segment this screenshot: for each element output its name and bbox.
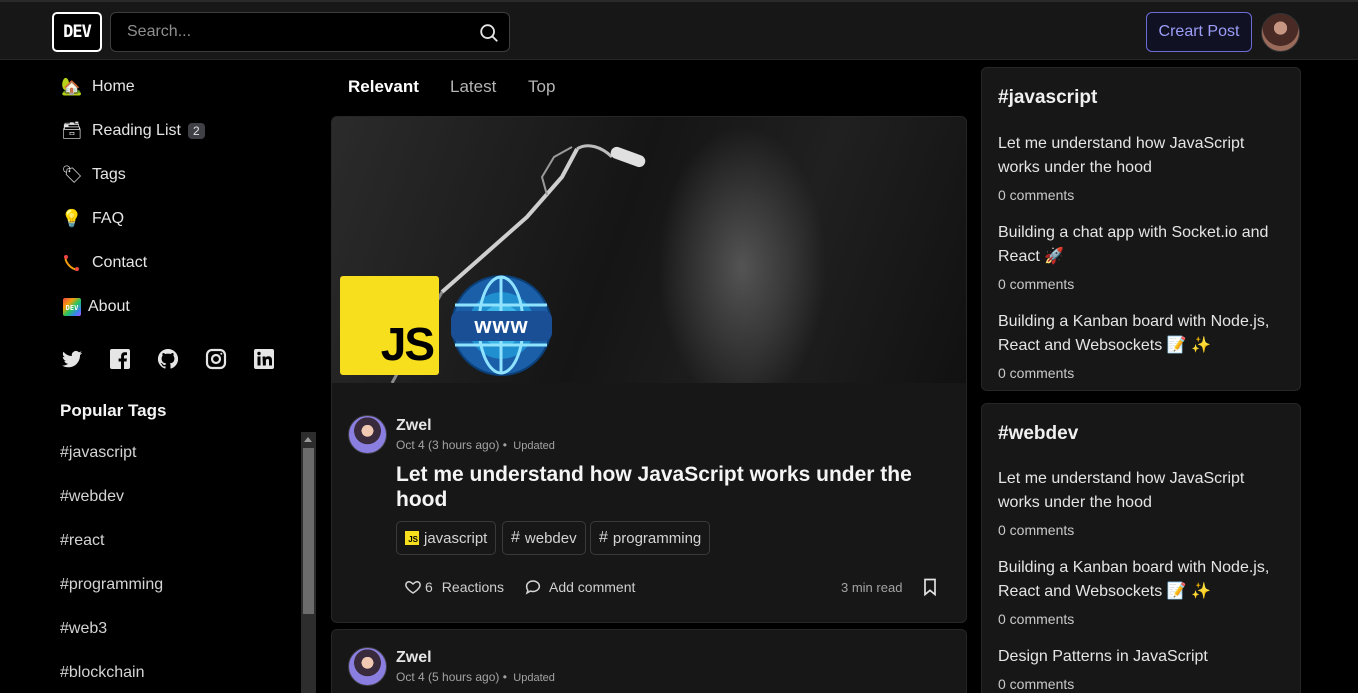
popular-tag-link[interactable]: #programming <box>60 576 163 594</box>
author-name[interactable]: Zwel <box>396 649 432 667</box>
lightbulb-icon: 💡 <box>61 209 83 228</box>
popular-tags-heading: Popular Tags <box>60 401 167 420</box>
heart-icon <box>405 580 421 594</box>
contact-icon <box>60 253 84 273</box>
widget-article-link[interactable]: Let me understand how JavaScript works u… <box>998 132 1288 180</box>
sidebar-item-label: FAQ <box>92 210 125 227</box>
popular-tags-scrollbar[interactable] <box>301 432 316 693</box>
post-date: Oct 4 (5 hours ago) <box>396 670 500 684</box>
tab-relevant[interactable]: Relevant <box>348 77 419 97</box>
post-tag-label: javascript <box>424 529 488 547</box>
sidebar-item-label: Tags <box>92 166 126 183</box>
post-meta: Oct 4 (3 hours ago) • Updated <box>396 438 555 452</box>
facebook-icon[interactable] <box>108 347 132 371</box>
sidebar-item-contact[interactable]: Contact <box>60 251 147 275</box>
sidebar-item-label: Home <box>92 78 135 95</box>
sidebar-item-label: About <box>88 298 130 315</box>
widget-comment-count: 0 comments <box>998 365 1075 381</box>
post-card[interactable]: Zwel Oct 4 (5 hours ago) • Updated <box>331 629 967 693</box>
hash-icon: # <box>599 529 608 546</box>
updated-label: Updated <box>513 672 555 684</box>
tag-widget-webdev: #webdev Let me understand how JavaScript… <box>981 403 1301 693</box>
search-input[interactable] <box>111 13 509 51</box>
house-icon: 🏡 <box>61 77 83 96</box>
github-icon[interactable] <box>156 347 180 371</box>
author-name[interactable]: Zwel <box>396 417 432 435</box>
comment-icon <box>525 580 541 595</box>
tab-top[interactable]: Top <box>528 77 555 97</box>
sidebar-item-about[interactable]: DEV About <box>60 295 130 319</box>
read-time: 3 min read <box>841 579 903 595</box>
popular-tag-link[interactable]: #react <box>60 532 104 550</box>
search-bar[interactable] <box>110 12 510 52</box>
reactions-count: 6 <box>425 579 433 595</box>
javascript-logo-text: JS <box>380 318 435 370</box>
add-comment-label: Add comment <box>549 579 636 595</box>
sidebar-item-reading-list[interactable]: 🗃 Reading List 2 <box>60 119 205 143</box>
www-band: www <box>451 311 552 341</box>
post-title[interactable]: Let me understand how JavaScript works u… <box>396 462 936 512</box>
javascript-logo: JS <box>340 276 439 375</box>
widget-comment-count: 0 comments <box>998 611 1075 627</box>
widget-comment-count: 0 comments <box>998 676 1075 692</box>
widget-title[interactable]: #webdev <box>998 423 1078 445</box>
popular-tag-link[interactable]: #web3 <box>60 620 107 638</box>
sidebar-item-tags[interactable]: 🏷 Tags <box>60 163 126 187</box>
reading-list-icon: 🗃 <box>61 121 83 140</box>
create-post-button[interactable]: Creart Post <box>1146 12 1252 52</box>
search-icon[interactable] <box>478 22 500 44</box>
post-cover-image[interactable]: JS www <box>332 117 966 383</box>
user-avatar[interactable] <box>1261 13 1300 52</box>
dev-rainbow-icon: DEV <box>60 297 84 317</box>
sidebar-item-label: Reading List <box>92 122 181 139</box>
tag-widget-javascript: #javascript Let me understand how JavaSc… <box>981 67 1301 391</box>
twitter-icon[interactable] <box>60 347 84 371</box>
updated-label: Updated <box>513 440 555 452</box>
author-avatar[interactable] <box>348 415 387 454</box>
widget-comment-count: 0 comments <box>998 187 1075 203</box>
reactions-button[interactable]: 6 Reactions <box>404 577 504 597</box>
reading-list-count-badge: 2 <box>187 123 205 139</box>
tag-icon: 🏷 <box>61 165 83 184</box>
instagram-icon[interactable] <box>204 347 228 371</box>
popular-tag-link[interactable]: #webdev <box>60 488 124 506</box>
post-tag-webdev[interactable]: # webdev <box>502 521 586 555</box>
sidebar-item-label: Contact <box>92 254 148 271</box>
bookmark-icon[interactable] <box>920 577 940 597</box>
post-tag-programming[interactable]: # programming <box>590 521 711 555</box>
post-tag-label: webdev <box>524 529 577 547</box>
widget-article-link[interactable]: Building a chat app with Socket.io and R… <box>998 221 1288 269</box>
widget-article-link[interactable]: Design Patterns in JavaScript <box>998 645 1288 669</box>
post-card[interactable]: JS www Zwel Oct 4 (3 hours ago) • Update… <box>331 116 967 623</box>
post-tag-javascript[interactable]: JS javascript <box>396 521 497 555</box>
js-tag-icon: JS <box>405 531 419 545</box>
scroll-up-arrow-icon[interactable] <box>304 437 312 442</box>
popular-tag-link[interactable]: #javascript <box>60 444 136 462</box>
post-meta: Oct 4 (5 hours ago) • Updated <box>396 670 555 684</box>
post-tag-label: programming <box>612 529 702 547</box>
widget-title[interactable]: #javascript <box>998 87 1097 109</box>
reactions-label: Reactions <box>441 579 505 595</box>
widget-article-link[interactable]: Building a Kanban board with Node.js, Re… <box>998 556 1288 604</box>
www-text: www <box>474 313 529 338</box>
scrollbar-thumb[interactable] <box>303 448 314 614</box>
tab-latest[interactable]: Latest <box>450 77 496 97</box>
svg-text:DEV: DEV <box>66 304 79 312</box>
globe-www-icon: www <box>451 275 552 376</box>
linkedin-icon[interactable] <box>252 347 276 371</box>
top-header: DEV Creart Post <box>0 0 1358 60</box>
hash-icon: # <box>511 529 520 546</box>
widget-article-link[interactable]: Let me understand how JavaScript works u… <box>998 467 1288 515</box>
add-comment-button[interactable]: Add comment <box>524 577 635 597</box>
sidebar-item-faq[interactable]: 💡 FAQ <box>60 207 124 231</box>
dev-logo[interactable]: DEV <box>52 12 102 52</box>
popular-tag-link[interactable]: #blockchain <box>60 664 145 682</box>
widget-comment-count: 0 comments <box>998 522 1075 538</box>
widget-article-link[interactable]: Building a Kanban board with Node.js, Re… <box>998 310 1288 358</box>
author-avatar[interactable] <box>348 647 387 686</box>
post-date: Oct 4 (3 hours ago) <box>396 438 500 452</box>
sidebar-item-home[interactable]: 🏡 Home <box>60 75 135 99</box>
widget-comment-count: 0 comments <box>998 276 1075 292</box>
